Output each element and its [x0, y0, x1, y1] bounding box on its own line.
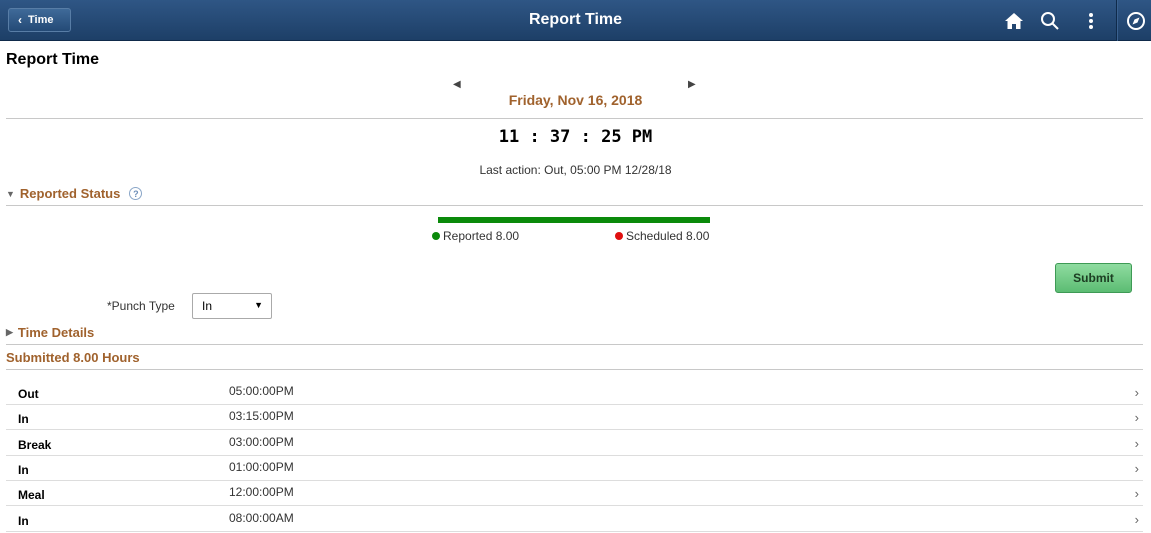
- next-date-icon[interactable]: ▶: [688, 79, 696, 90]
- compass-icon[interactable]: [1124, 9, 1148, 33]
- submit-button[interactable]: Submit: [1055, 263, 1132, 293]
- reported-legend-label: Reported 8.00: [443, 229, 520, 243]
- search-icon[interactable]: [1038, 9, 1062, 33]
- punch-time-cell: 12:00:00PM: [229, 485, 294, 500]
- chevron-right-icon[interactable]: ›: [1135, 385, 1139, 400]
- banner-divider: [1116, 0, 1117, 41]
- time-details-header[interactable]: ▶ Time Details: [6, 325, 94, 340]
- punch-type-label: *Punch Type: [107, 299, 175, 313]
- last-action-text: Last action: Out, 05:00 PM 12/28/18: [479, 163, 672, 177]
- punch-time-cell: 05:00:00PM: [229, 384, 294, 398]
- punch-type-cell: In: [18, 462, 29, 477]
- back-button[interactable]: ‹ Time: [8, 8, 71, 32]
- table-row[interactable]: In 03:15:00PM ›: [6, 405, 1143, 431]
- punch-time-cell: 08:00:00AM: [229, 510, 294, 525]
- table-row[interactable]: Meal 12:00:00PM ›: [6, 481, 1143, 507]
- reported-status-header[interactable]: ▼ Reported Status ?: [6, 186, 143, 201]
- chevron-right-icon[interactable]: ›: [1135, 436, 1139, 451]
- current-date: Friday, Nov 16, 2018: [508, 92, 643, 108]
- chevron-right-icon[interactable]: ›: [1135, 461, 1139, 476]
- punch-type-cell: Out: [18, 387, 39, 401]
- page-title: Report Time: [6, 51, 100, 68]
- scheduled-dot-icon: [615, 232, 623, 240]
- punch-type-cell: Meal: [18, 488, 45, 503]
- divider: [6, 369, 1143, 370]
- divider: [6, 205, 1143, 206]
- divider: [6, 344, 1143, 345]
- punch-type-cell: In: [18, 513, 29, 528]
- submitted-hours-header: Submitted 8.00 Hours: [6, 350, 140, 365]
- punch-type-cell: In: [18, 412, 29, 427]
- table-row[interactable]: Break 03:00:00PM ›: [6, 431, 1143, 456]
- top-banner: ‹ Time Report Time: [0, 0, 1151, 41]
- home-icon[interactable]: [1002, 9, 1026, 33]
- more-vertical-icon[interactable]: [1079, 9, 1103, 33]
- scheduled-legend: Scheduled 8.00: [615, 229, 709, 243]
- scheduled-legend-label: Scheduled 8.00: [626, 229, 710, 243]
- chevron-right-icon[interactable]: ›: [1135, 410, 1139, 425]
- time-details-label: Time Details: [17, 325, 95, 340]
- help-icon[interactable]: ?: [129, 187, 143, 200]
- chevron-right-icon[interactable]: ›: [1135, 512, 1139, 527]
- chevron-left-icon: ‹: [18, 13, 22, 27]
- punch-type-select[interactable]: In ▼: [192, 293, 272, 319]
- caret-down-icon: ▼: [6, 188, 15, 199]
- punch-time-cell: 03:00:00PM: [229, 434, 294, 449]
- punch-time-cell: 03:15:00PM: [229, 409, 294, 424]
- reported-legend: Reported 8.00: [432, 229, 519, 243]
- reported-progress-fill: [438, 217, 710, 223]
- divider: [6, 118, 1143, 119]
- dropdown-caret-icon: ▼: [254, 300, 263, 310]
- table-row[interactable]: In 08:00:00AM ›: [6, 507, 1143, 532]
- reported-dot-icon: [432, 232, 440, 240]
- reported-status-label: Reported Status: [19, 186, 121, 201]
- punch-time-cell: 01:00:00PM: [229, 459, 294, 474]
- reported-progress-bar: [438, 217, 710, 223]
- banner-title: Report Time: [528, 11, 623, 28]
- caret-right-icon: ▶: [6, 327, 13, 337]
- previous-date-icon[interactable]: ◀: [453, 79, 461, 90]
- chevron-right-icon[interactable]: ›: [1135, 486, 1139, 501]
- back-button-label: Time: [28, 14, 54, 26]
- punch-type-cell: Break: [18, 437, 52, 452]
- punch-type-value: In: [202, 299, 213, 313]
- table-row[interactable]: In 01:00:00PM ›: [6, 456, 1143, 481]
- table-row[interactable]: Out 05:00:00PM ›: [6, 380, 1143, 405]
- current-time: 11 : 37 : 25 PM: [498, 127, 653, 147]
